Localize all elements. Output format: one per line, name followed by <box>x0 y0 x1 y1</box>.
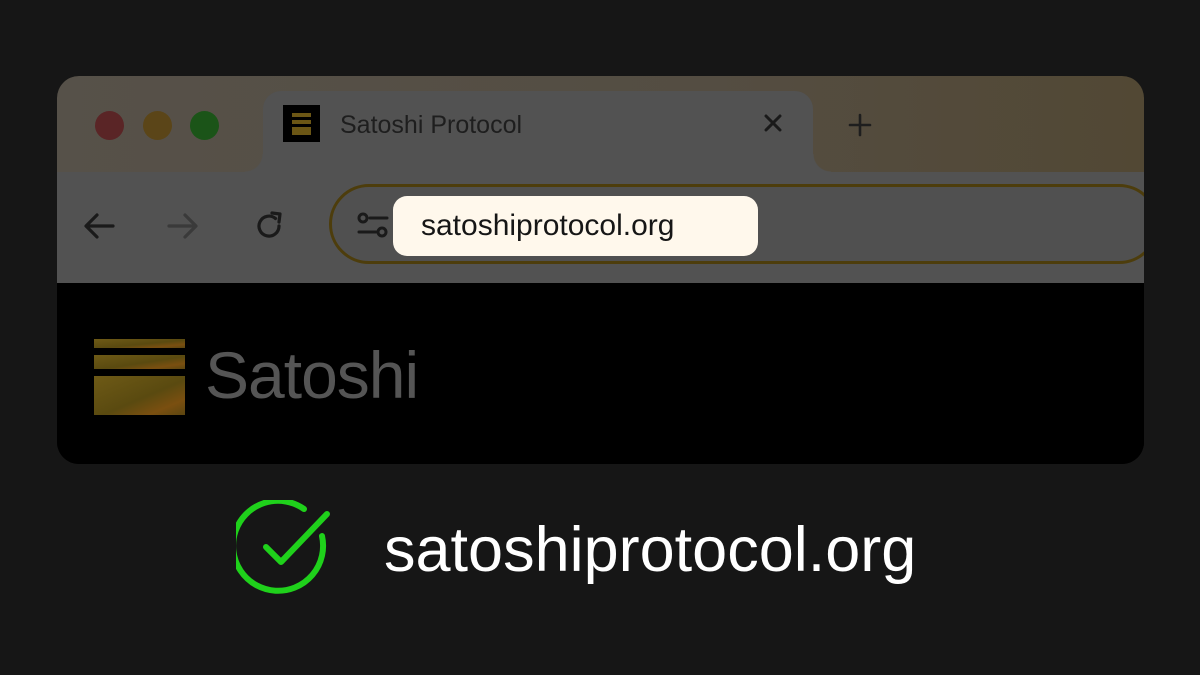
url-text[interactable]: satoshiprotocol.org <box>393 196 758 256</box>
maximize-window-button[interactable] <box>190 111 219 140</box>
satoshi-logo-mark <box>94 339 185 415</box>
tab-title: Satoshi Protocol <box>340 111 523 139</box>
verified-url-text: satoshiprotocol.org <box>384 515 917 585</box>
arrow-right-icon[interactable] <box>163 206 203 246</box>
minimize-window-button[interactable] <box>143 111 172 140</box>
page-content: Satoshi <box>57 283 1144 464</box>
close-icon[interactable] <box>757 107 789 139</box>
tune-icon[interactable] <box>356 210 390 240</box>
logo-text: Satoshi <box>205 338 419 412</box>
close-window-button[interactable] <box>95 111 124 140</box>
tab-satoshi-protocol[interactable]: Satoshi Protocol <box>245 91 831 172</box>
arrow-left-icon[interactable] <box>79 206 119 246</box>
satoshi-logo-icon <box>283 105 320 142</box>
browser-window: Satoshi Protocol satoshiprotocol.org Sat… <box>57 76 1144 464</box>
check-circle-icon <box>236 500 330 594</box>
address-bar[interactable]: satoshiprotocol.org <box>329 184 1144 264</box>
reload-icon[interactable] <box>249 206 289 246</box>
toolbar: satoshiprotocol.org <box>57 172 1144 283</box>
plus-icon[interactable] <box>844 109 876 141</box>
tab-bar: Satoshi Protocol <box>57 76 1144 172</box>
